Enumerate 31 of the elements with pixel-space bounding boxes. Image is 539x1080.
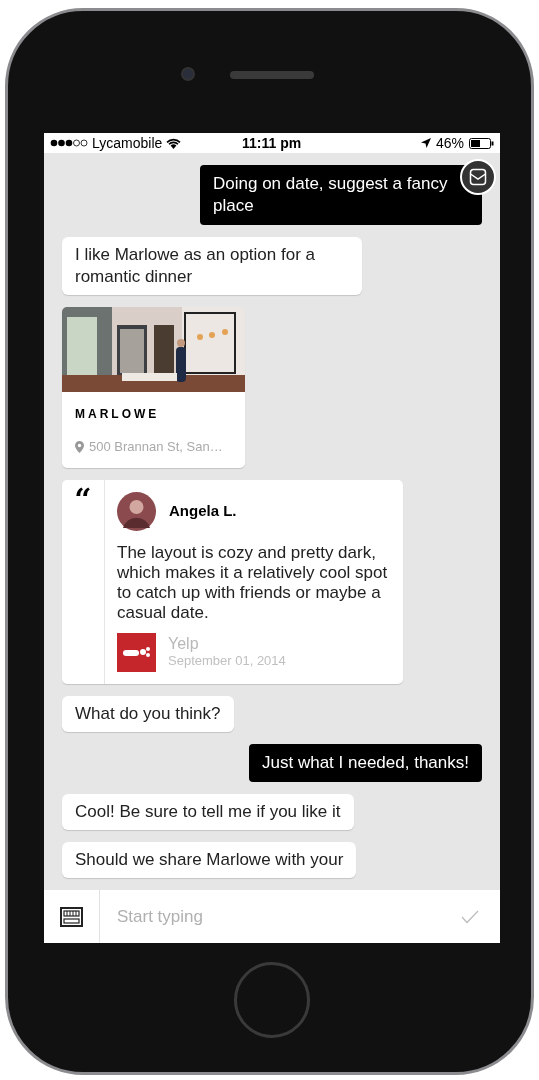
message-bubble: Doing on date, suggest a fancy place bbox=[200, 165, 482, 225]
place-card[interactable]: MARLOWE 500 Brannan St, San… bbox=[62, 307, 245, 468]
quote-mark: “ bbox=[74, 483, 92, 519]
mail-button[interactable] bbox=[460, 159, 496, 195]
message-bubble: What do you think? bbox=[62, 695, 234, 732]
message-bubble: Should we share Marlowe with your bbox=[62, 841, 357, 878]
camera-icon bbox=[181, 67, 195, 81]
place-name: MARLOWE bbox=[74, 406, 161, 423]
battery-percent: 46% bbox=[435, 133, 464, 153]
logo-icon bbox=[117, 632, 156, 672]
status-time: 11:11 pm bbox=[242, 133, 302, 153]
message-bubble: Just what I needed, thanks! bbox=[249, 743, 482, 782]
message-bubble: Cool! Be sure to tell me if you like it bbox=[62, 793, 354, 830]
battery-icon bbox=[469, 137, 494, 149]
keyboard-icon[interactable] bbox=[60, 906, 83, 927]
checkmark-icon bbox=[461, 909, 479, 924]
location-arrow-icon bbox=[420, 138, 431, 148]
envelope-icon bbox=[469, 168, 487, 186]
review-date: September 01, 2014 bbox=[168, 653, 286, 669]
review-text: The layout is cozy and pretty dark, which makes it a relatively cool spot to catch up with friends or maybe a casual date. bbox=[117, 542, 389, 623]
review-source: Yelp bbox=[168, 635, 200, 653]
avatar bbox=[117, 491, 156, 531]
signal-icon bbox=[50, 139, 88, 147]
keyboard-button[interactable] bbox=[44, 890, 100, 943]
reviewer-name: Angela L. bbox=[169, 500, 237, 521]
message-bubble: I like Marlowe as an option for a romantic dinner bbox=[62, 237, 362, 295]
carrier-name: Lycamobile bbox=[92, 133, 163, 153]
message-input[interactable]: Start typing bbox=[100, 890, 440, 943]
wifi-icon bbox=[166, 137, 182, 149]
place-address: 500 Brannan St, San… bbox=[89, 438, 223, 456]
location-pin-icon bbox=[75, 440, 84, 453]
